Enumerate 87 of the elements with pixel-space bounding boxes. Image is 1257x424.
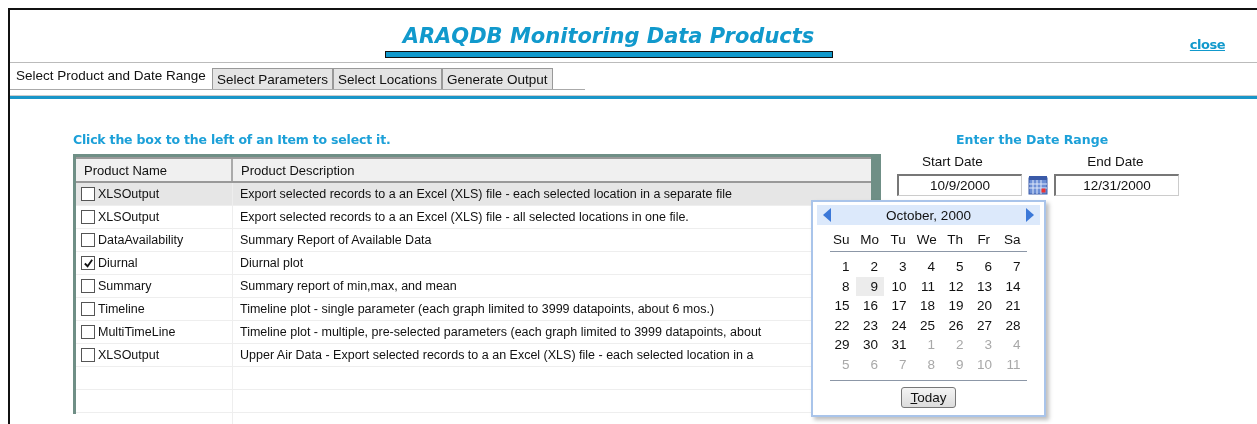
start-date-label: Start Date: [921, 154, 984, 171]
calendar-day[interactable]: 31: [884, 335, 913, 355]
calendar-day[interactable]: 11: [912, 276, 941, 296]
window-title: ARAQDB Monitoring Data Products: [402, 23, 815, 50]
name-cell[interactable]: Diurnal: [76, 252, 233, 274]
product-description: Export selected records to a an Excel (XLS) file - all selected locations in one file.: [240, 210, 689, 224]
name-cell[interactable]: XLSOutput: [76, 206, 233, 228]
calendar-day[interactable]: 13: [969, 276, 998, 296]
product-name: XLSOutput: [98, 210, 160, 224]
product-description: Diurnal plot: [240, 256, 304, 270]
calendar-day[interactable]: 7: [998, 257, 1027, 277]
month-title: October, 2000: [886, 207, 971, 223]
weekday-label: Su: [832, 231, 851, 247]
weekday-label: Fr: [976, 231, 992, 247]
checkbox[interactable]: [81, 187, 95, 201]
weekday-label: Tu: [889, 231, 907, 247]
name-cell[interactable]: XLSOutput: [76, 183, 233, 205]
calendar-day[interactable]: 29: [827, 335, 856, 355]
next-month-icon[interactable]: [1026, 208, 1034, 222]
checkbox[interactable]: [81, 279, 95, 293]
calendar-day[interactable]: 28: [998, 315, 1027, 335]
calendar-day[interactable]: 30: [855, 335, 884, 355]
product-name: Summary: [98, 279, 152, 293]
product-description: Export selected records to a an Excel (XLS) file - each selected location in a separate file: [240, 187, 732, 201]
calendar-day[interactable]: 3: [884, 257, 913, 277]
name-cell[interactable]: XLSOutput: [76, 344, 233, 366]
column-header[interactable]: Product Name: [76, 159, 233, 181]
tab[interactable]: Select Locations: [332, 68, 442, 89]
product-description: Summary report of min,max, and mean: [240, 279, 457, 293]
calendar-day[interactable]: 17: [884, 296, 913, 316]
calendar-day[interactable]: 2: [855, 257, 884, 277]
calendar-day[interactable]: 23: [855, 315, 884, 335]
name-cell[interactable]: DataAvailability: [76, 229, 233, 251]
calendar-day[interactable]: 14: [998, 276, 1027, 296]
calendar-day[interactable]: 8: [827, 276, 856, 296]
calendar-day[interactable]: 26: [941, 315, 970, 335]
calendar-day[interactable]: 4: [912, 257, 941, 277]
tab[interactable]: Select Parameters: [211, 68, 333, 89]
calendar-day[interactable]: 18: [912, 296, 941, 316]
name-cell[interactable]: Summary: [76, 275, 233, 297]
date-range-heading: Enter the Date Range: [956, 132, 1110, 149]
calendar-icon[interactable]: [1028, 175, 1048, 195]
weekday-label: Sa: [1003, 231, 1022, 247]
checkbox[interactable]: [81, 256, 95, 270]
name-cell[interactable]: MultiTimeLine: [76, 321, 233, 343]
calendar-day[interactable]: 19: [941, 296, 970, 316]
product-description: Timeline plot - single parameter (each graph limited to 3999 datapoints, about 6 mos.): [240, 302, 715, 316]
start-date-field[interactable]: 10/9/2000: [897, 174, 1022, 196]
product-name: XLSOutput: [98, 187, 160, 201]
calendar-day[interactable]: 27: [969, 315, 998, 335]
column-header[interactable]: Product Description: [233, 159, 871, 181]
product-description: Upper Air Data - Export selected records to a an Excel (XLS) file - each selected location in a: [240, 348, 754, 362]
calendar-day[interactable]: 9: [855, 276, 884, 296]
calendar-day[interactable]: 1: [827, 257, 856, 277]
checkbox[interactable]: [81, 210, 95, 224]
tab[interactable]: Generate Output: [442, 68, 553, 89]
product-description: Summary Report of Available Data: [240, 233, 432, 247]
weekday-label: Mo: [859, 231, 881, 247]
checkbox[interactable]: [81, 302, 95, 316]
product-name: MultiTimeLine: [98, 325, 176, 339]
calendar-day[interactable]: 15: [827, 296, 856, 316]
calendar-day[interactable]: 20: [969, 296, 998, 316]
end-date-field[interactable]: 12/31/2000: [1054, 174, 1179, 196]
product-name: Timeline: [98, 302, 145, 316]
weekday-label: We: [915, 231, 938, 247]
calendar-day[interactable]: 22: [827, 315, 856, 335]
previous-month-icon[interactable]: [823, 208, 831, 222]
calendar-day[interactable]: 5: [941, 257, 970, 277]
product-description: Timeline plot - multiple, pre-selected parameters (each graph limited to 3999 datapoints, about: [240, 325, 762, 339]
weekday-label: Th: [946, 231, 965, 247]
calendar-day[interactable]: 16: [855, 296, 884, 316]
calendar-day[interactable]: 21: [998, 296, 1027, 316]
checkbox[interactable]: [81, 325, 95, 339]
calendar-day[interactable]: 6: [969, 257, 998, 277]
instruction-text: Click the box to the left of an Item to select it.: [73, 132, 392, 149]
checkbox[interactable]: [81, 348, 95, 362]
calendar-day[interactable]: 12: [941, 276, 970, 296]
name-cell[interactable]: Timeline: [76, 298, 233, 320]
calendar-day[interactable]: 24: [884, 315, 913, 335]
end-date-label: End Date: [1086, 154, 1145, 171]
product-name: Diurnal: [98, 256, 138, 270]
today-button[interactable]: Today: [901, 387, 956, 408]
product-name: XLSOutput: [98, 348, 160, 362]
product-name: DataAvailability: [98, 233, 184, 247]
calendar-day[interactable]: 25: [912, 315, 941, 335]
checkbox[interactable]: [81, 233, 95, 247]
calendar-day[interactable]: 10: [884, 276, 913, 296]
